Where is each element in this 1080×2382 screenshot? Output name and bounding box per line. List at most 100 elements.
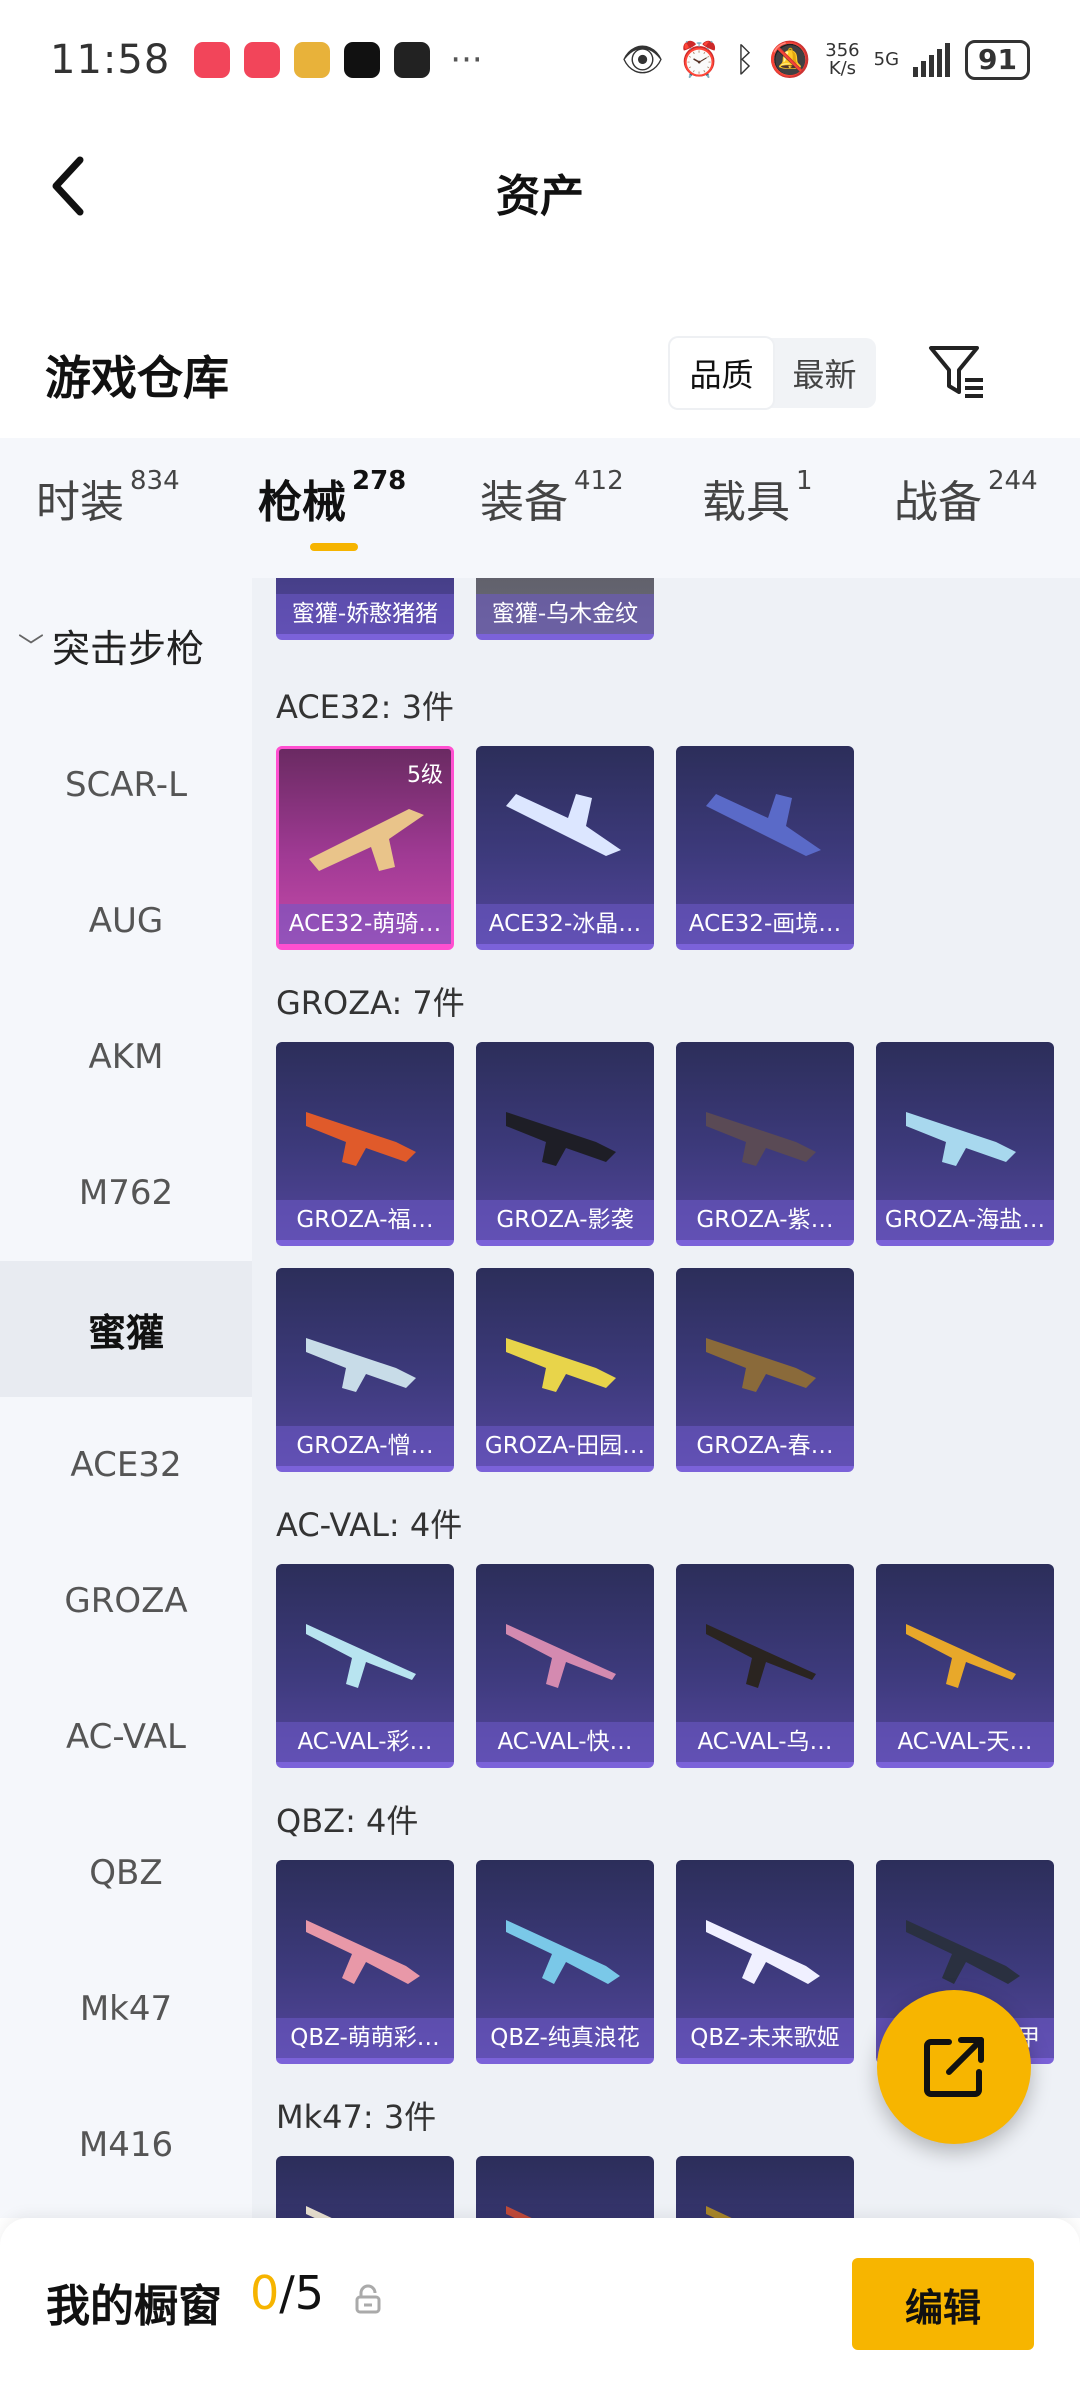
tab-equipment[interactable]: 装备 412: [480, 466, 624, 530]
nav-bar: 资产: [0, 120, 1080, 255]
weapon-card[interactable]: GROZA-紫…: [676, 1042, 854, 1246]
weapon-skin-image: [706, 2206, 732, 2218]
more-notifications-icon: ···: [450, 40, 483, 80]
weapon-card[interactable]: 5级 ACE32-萌骑…: [276, 746, 454, 950]
network-type: 5G: [873, 49, 900, 70]
weapon-skin-image: [506, 1338, 616, 1392]
weapon-skin-image: [706, 1624, 816, 1688]
weapon-skin-image: [506, 1624, 616, 1688]
tab-combat-gear[interactable]: 战备 244: [894, 466, 1038, 530]
lock-icon: [355, 2284, 381, 2314]
weapon-card[interactable]: GROZA-海盐…: [876, 1042, 1054, 1246]
sidebar-item-scar-l[interactable]: SCAR-L: [0, 717, 252, 853]
weapon-card[interactable]: AC-VAL-快…: [476, 1564, 654, 1768]
group-label-ac-val: AC-VAL: 4件: [276, 1506, 463, 1544]
weapon-skin-image: [906, 1920, 1020, 1984]
sort-toggle: 品质 最新: [670, 338, 876, 408]
weapon-card[interactable]: AC-VAL-乌…: [676, 1564, 854, 1768]
weapon-sidebar: ﹀ 突击步枪 SCAR-L AUG AKM M762 蜜獾 ACE32 GROZ…: [0, 578, 252, 2218]
weapon-skin-image: [306, 1338, 416, 1392]
weapon-card[interactable]: 蜜獾-娇憨猪猪: [276, 578, 454, 640]
mute-icon: 🔕: [768, 40, 812, 80]
app-notification-icon: [194, 42, 231, 78]
filter-icon: [929, 346, 983, 398]
signal-icon: [913, 43, 951, 77]
weapon-card[interactable]: 蜜獾-乌木金纹: [476, 578, 654, 640]
alarm-icon: ⏰: [678, 40, 721, 80]
sidebar-item-aug[interactable]: AUG: [0, 853, 252, 989]
tab-firearms[interactable]: 枪械 278: [258, 466, 406, 530]
group-label-ace32: ACE32: 3件: [276, 688, 454, 726]
weapon-skin-image: [306, 1624, 416, 1688]
active-tab-indicator: [310, 543, 358, 551]
weapon-skin-image: [309, 809, 424, 871]
group-label-qbz: QBZ: 4件: [276, 1802, 419, 1840]
warehouse-header: 游戏仓库 品质 最新: [0, 310, 1080, 430]
sidebar-item-mihuan[interactable]: 蜜獾: [0, 1261, 252, 1397]
weapon-card[interactable]: GROZA-憎…: [276, 1268, 454, 1472]
weapon-skin-image: [306, 2206, 332, 2218]
weapon-card[interactable]: GROZA-影袭: [476, 1042, 654, 1246]
weapon-card[interactable]: GROZA-春…: [676, 1268, 854, 1472]
showcase-label: 我的橱窗: [46, 2281, 222, 2332]
eye-icon: 👁: [621, 40, 665, 80]
weapon-card[interactable]: QBZ-萌萌彩…: [276, 1860, 454, 2064]
sidebar-category-assault-rifles[interactable]: ﹀ 突击步枪: [18, 618, 204, 673]
sidebar-item-m416[interactable]: M416: [0, 2077, 252, 2213]
weapon-skin-image: [306, 1920, 420, 1984]
page-title: 资产: [496, 171, 584, 222]
category-tabs: 时装 834 枪械 278 装备 412 载具 1 战备 244: [0, 438, 1080, 578]
app-notification-icon: [244, 42, 281, 78]
showcase-bar: 我的橱窗 0/5 编辑: [0, 2218, 1080, 2382]
weapon-card[interactable]: [676, 2156, 854, 2218]
weapon-skin-image: [706, 1338, 816, 1392]
sidebar-item-m762[interactable]: M762: [0, 1125, 252, 1261]
weapon-card[interactable]: GROZA-福…: [276, 1042, 454, 1246]
weapon-skin-image: [706, 1920, 820, 1984]
soul-app-icon: [394, 42, 431, 78]
weapon-skin-image: [706, 1112, 816, 1166]
weapon-card[interactable]: AC-VAL-彩…: [276, 1564, 454, 1768]
weapon-skin-image: [506, 1920, 620, 1984]
sidebar-item-qbz[interactable]: QBZ: [0, 1805, 252, 1941]
share-button[interactable]: [877, 1990, 1031, 2144]
sidebar-item-akm[interactable]: AKM: [0, 989, 252, 1125]
weapon-card[interactable]: [476, 2156, 654, 2218]
tab-fashion[interactable]: 时装 834: [36, 466, 180, 530]
level-badge: 5级: [407, 763, 443, 788]
weapon-card[interactable]: ACE32-冰晶…: [476, 746, 654, 950]
weapon-card[interactable]: QBZ-纯真浪花: [476, 1860, 654, 2064]
sidebar-item-ace32[interactable]: ACE32: [0, 1397, 252, 1533]
weapon-card[interactable]: [276, 2156, 454, 2218]
tab-vehicles[interactable]: 载具 1: [702, 466, 813, 530]
app-notification-icon: [294, 42, 331, 78]
weapon-card[interactable]: ACE32-画境…: [676, 746, 854, 950]
weapon-skin-image: [506, 1112, 616, 1166]
sort-by-newest[interactable]: 最新: [773, 338, 876, 408]
status-time: 11:58: [50, 37, 171, 83]
status-bar: 11:58 ··· 👁 ⏰ ᛒ 🔕 356 K/s 5G 91: [0, 0, 1080, 120]
filter-button[interactable]: [925, 340, 989, 404]
sidebar-item-ac-val[interactable]: AC-VAL: [0, 1669, 252, 1805]
share-external-icon: [924, 2037, 984, 2097]
sidebar-item-groza[interactable]: GROZA: [0, 1533, 252, 1669]
battery-indicator: 91: [965, 40, 1030, 80]
weapon-skin-image: [506, 2206, 532, 2218]
weapon-skin-image: [306, 1112, 416, 1166]
edit-button[interactable]: 编辑: [852, 2258, 1034, 2350]
weapon-skin-image: [906, 1112, 1016, 1166]
bluetooth-icon: ᛒ: [734, 40, 755, 80]
weapon-skin-image: [906, 1624, 1016, 1688]
weapon-grid: 蜜獾-娇憨猪猪 蜜獾-乌木金纹 ACE32: 3件 5级 ACE32-萌骑… A…: [252, 578, 1080, 2218]
group-label-mk47: Mk47: 3件: [276, 2098, 437, 2136]
weapon-card[interactable]: AC-VAL-天…: [876, 1564, 1054, 1768]
weapon-card[interactable]: QBZ-未来歌姬: [676, 1860, 854, 2064]
group-label-groza: GROZA: 7件: [276, 984, 465, 1022]
showcase-count: 0/5: [250, 2266, 325, 2320]
sidebar-item-mk47[interactable]: Mk47: [0, 1941, 252, 2077]
weapon-skin-image: [706, 794, 821, 856]
sort-by-quality[interactable]: 品质: [670, 338, 773, 408]
chevron-down-icon: ﹀: [18, 633, 45, 663]
warehouse-title: 游戏仓库: [45, 351, 229, 405]
weapon-card[interactable]: GROZA-田园…: [476, 1268, 654, 1472]
